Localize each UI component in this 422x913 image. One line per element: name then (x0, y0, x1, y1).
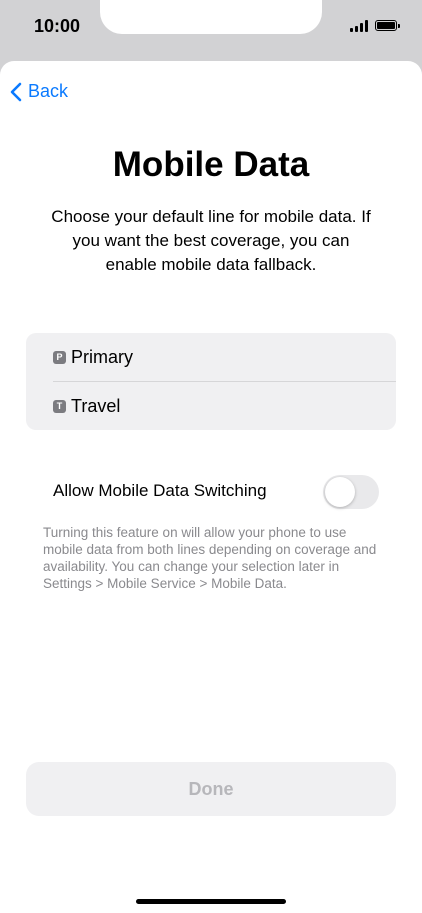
line-badge-icon: P (53, 350, 66, 364)
chevron-left-icon (10, 82, 22, 101)
data-switching-label: Allow Mobile Data Switching (53, 481, 267, 500)
battery-icon (375, 20, 400, 31)
line-option-travel[interactable]: T Travel (53, 382, 396, 430)
line-label: Primary (71, 346, 133, 367)
back-button[interactable]: Back (10, 81, 68, 102)
device-notch (100, 0, 322, 34)
status-bar: 10:00 (0, 0, 422, 60)
toggle-knob (325, 477, 355, 507)
page-description: Choose your default line for mobile data… (51, 207, 371, 274)
line-badge-icon: T (53, 399, 66, 413)
back-label: Back (28, 81, 69, 101)
phone-screen: 10:00 Back Mobile Data Choose your defau… (0, 0, 422, 913)
line-list: P Primary T Travel (26, 333, 396, 430)
data-switching-toggle[interactable] (323, 475, 379, 509)
line-option-primary[interactable]: P Primary (53, 333, 396, 381)
done-button[interactable]: Done (26, 762, 396, 816)
home-indicator[interactable] (136, 899, 286, 904)
page-title: Mobile Data (112, 145, 310, 184)
status-time: 10:00 (34, 16, 81, 36)
data-switching-footnote: Turning this feature on will allow your … (43, 525, 377, 591)
cellular-signal-icon (350, 20, 370, 32)
setup-sheet: Back Mobile Data Choose your default lin… (0, 61, 422, 913)
line-label: Travel (71, 395, 121, 416)
